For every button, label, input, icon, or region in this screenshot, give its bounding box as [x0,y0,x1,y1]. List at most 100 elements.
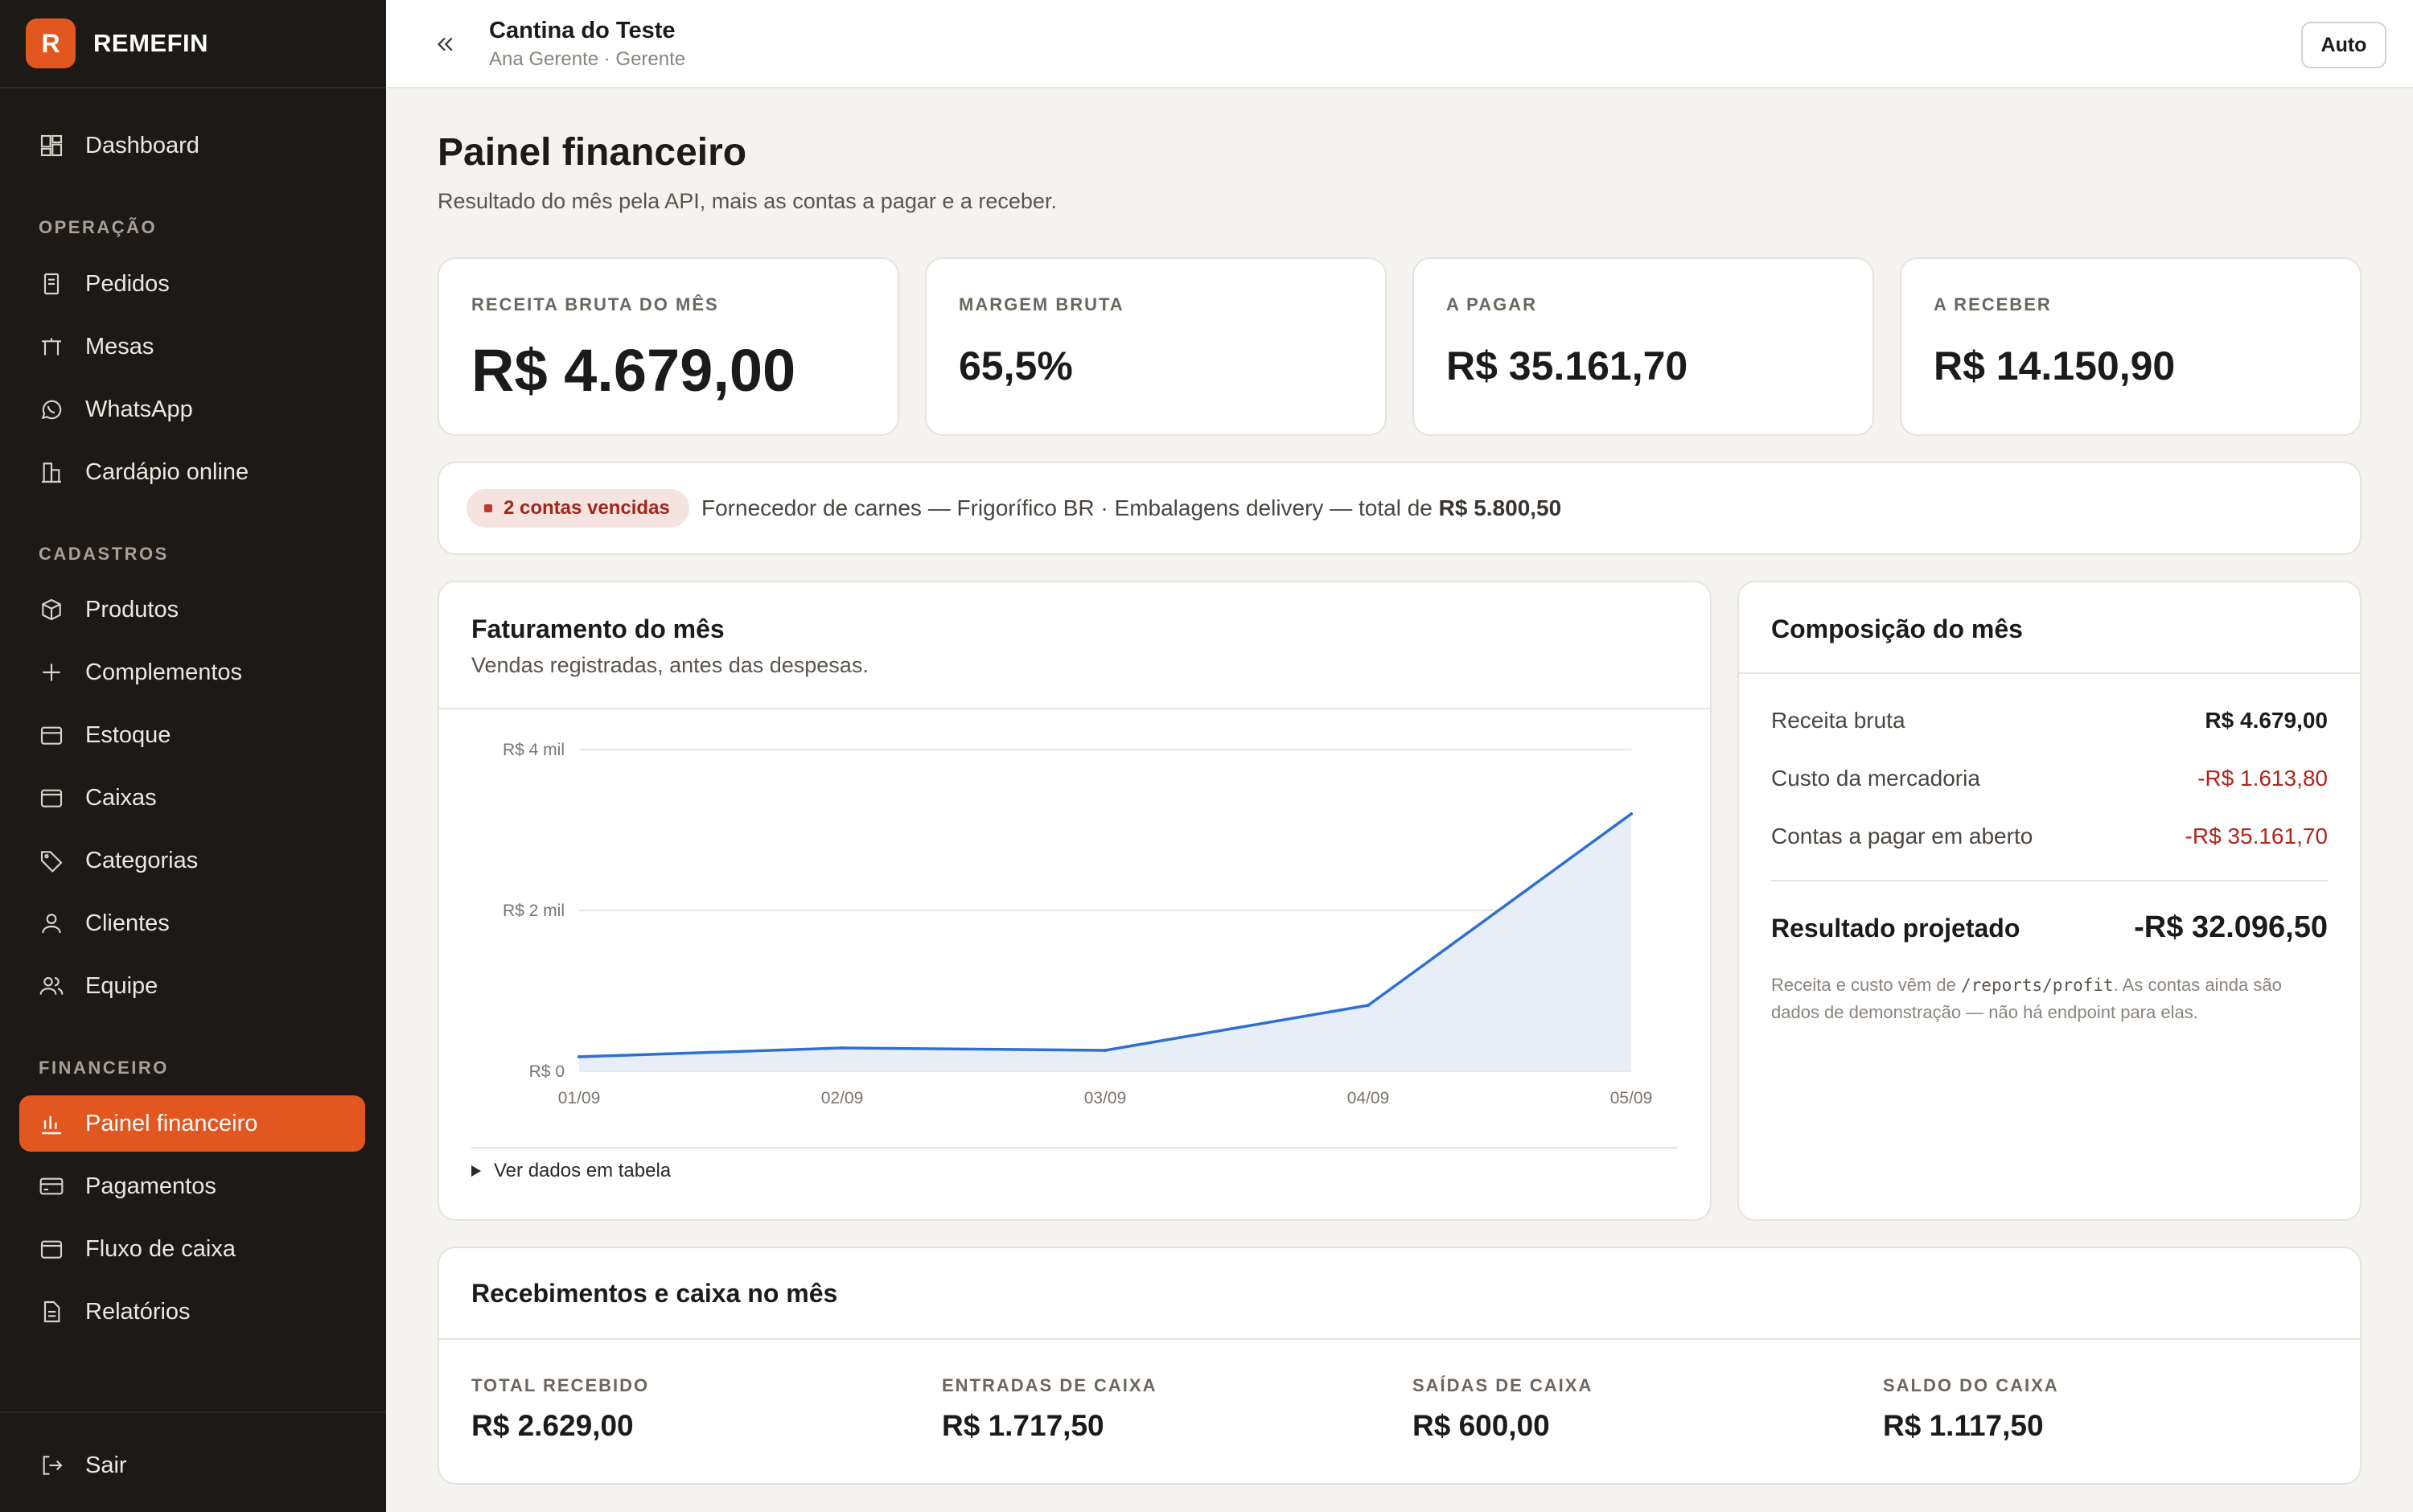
kpi-card-a-pagar: A PAGAR R$ 35.161,70 [1412,257,1874,436]
current-user: Ana Gerente · Gerente [489,48,686,70]
sidebar-item-cardapio[interactable]: Cardápio online [19,444,365,500]
x-tick-label: 01/09 [558,1089,601,1107]
kpi-card-receita: RECEITA BRUTA DO MÊS R$ 4.679,00 [438,257,899,436]
kpi-value: R$ 35.161,70 [1446,343,1688,388]
stat-value: R$ 2.629,00 [471,1409,634,1442]
stat-label: SALDO DO CAIXA [1883,1375,2059,1395]
row-label: Custo da mercadoria [1771,766,1980,791]
data-point [1104,1049,1107,1052]
sidebar-item-label: Pagamentos [85,1173,216,1199]
sidebar-item-pagamentos[interactable]: Pagamentos [19,1158,365,1214]
collapse-sidebar-button[interactable] [426,26,463,63]
composicao-card: Composição do mês Receita bruta R$ 4.679,… [1737,581,2362,1221]
theme-toggle-button[interactable]: Auto [2301,22,2386,68]
sidebar-item-label: Fluxo de caixa [85,1235,236,1262]
data-point [1630,812,1633,816]
caret-right-icon [471,1165,481,1177]
sidebar-item-whatsapp[interactable]: WhatsApp [19,381,365,438]
nav-section-operacao: OPERAÇÃO [39,217,158,237]
sidebar: R REMEFIN Dashboard OPERAÇÃO Pedidos Mes… [0,0,386,1512]
overdue-text: Fornecedor de carnes — Frigorífico BR · … [701,495,1439,520]
kpi-value: 65,5% [959,343,1073,388]
row-value: -R$ 35.161,70 [2185,824,2328,848]
sidebar-item-estoque[interactable]: Estoque [19,707,365,763]
archive-icon [40,726,63,745]
sidebar-item-label: Clientes [85,910,170,936]
recebimentos-card: Recebimentos e caixa no mês TOTAL RECEBI… [438,1247,2362,1485]
kpi-value: R$ 14.150,90 [1934,343,2176,388]
logout-button[interactable]: Sair [19,1437,365,1494]
sidebar-item-mesas[interactable]: Mesas [19,318,365,375]
plus-icon [43,664,60,681]
sidebar-item-clientes[interactable]: Clientes [19,895,365,951]
table-icon [42,338,61,355]
series-area [579,814,1631,1071]
total-label: Resultado projetado [1771,914,2020,943]
show-table-toggle[interactable]: Ver dados em tabela [471,1160,671,1182]
tag-icon [40,851,63,873]
row-value: R$ 4.679,00 [2205,708,2328,733]
y-tick-label: R$ 2 mil [503,902,565,920]
brand-name: REMEFIN [93,29,208,57]
sidebar-footer: Sair [0,1411,386,1478]
sidebar-item-label: Relatórios [85,1298,191,1325]
sidebar-item-label: WhatsApp [85,396,193,422]
card-divider [1739,672,2360,674]
composicao-row-contas: Contas a pagar em aberto -R$ 35.161,70 [1771,824,2328,849]
faturamento-subtitle: Vendas registradas, antes das despesas. [471,653,869,677]
sidebar-item-label: Mesas [85,333,154,360]
x-tick-label: 02/09 [821,1089,864,1107]
sidebar-item-complementos[interactable]: Complementos [19,644,365,701]
row-label: Contas a pagar em aberto [1771,824,2033,848]
stat-value: R$ 1.117,50 [1883,1409,2044,1442]
overdue-description: Fornecedor de carnes — Frigorífico BR · … [701,495,1561,521]
sidebar-item-label: Pedidos [85,270,170,297]
card-divider [439,708,1710,709]
overdue-total: R$ 5.800,50 [1438,495,1562,520]
composicao-title: Composição do mês [1771,614,2023,643]
x-tick-label: 05/09 [1610,1089,1653,1107]
kpi-card-margem: MARGEM BRUTA 65,5% [925,257,1387,436]
api-endpoint: /reports/profit [1961,976,2114,995]
shop-name: Cantina do Teste [489,18,676,43]
logout-icon [43,1456,63,1475]
receipt-icon [43,273,60,295]
data-point [841,1046,844,1050]
composicao-note: Receita e custo vêm de /reports/profit. … [1771,972,2328,1025]
sidebar-item-painel-financeiro[interactable]: Painel financeiro [19,1095,365,1152]
y-tick-label: R$ 4 mil [503,741,565,759]
sidebar-item-caixas[interactable]: Caixas [19,770,365,826]
nav-section-cadastros: CADASTROS [39,544,169,564]
bar-chart-icon [42,1116,61,1135]
x-tick-label: 03/09 [1084,1089,1127,1107]
row-value: -R$ 1.613,80 [2197,766,2328,791]
sidebar-item-relatorios[interactable]: Relatórios [19,1284,365,1340]
kpi-card-a-receber: A RECEBER R$ 14.150,90 [1900,257,2362,436]
data-point [1367,1004,1370,1007]
brand-logo: R [26,18,76,68]
kpi-value: R$ 4.679,00 [471,337,796,404]
sidebar-item-label: Sair [85,1452,127,1478]
dashboard-icon [40,134,63,157]
sidebar-item-pedidos[interactable]: Pedidos [19,256,365,312]
cash-register-icon [40,1240,63,1259]
sidebar-item-produtos[interactable]: Produtos [19,581,365,638]
total-value: -R$ 32.096,50 [2134,910,2328,944]
page-title: Painel financeiro [438,131,747,174]
sidebar-item-fluxo-de-caixa[interactable]: Fluxo de caixa [19,1221,365,1277]
sidebar-item-label: Complementos [85,659,243,685]
data-point [578,1055,581,1058]
chart-footer-divider [471,1147,1678,1148]
composicao-row-custo: Custo da mercadoria -R$ 1.613,80 [1771,766,2328,791]
credit-card-icon [39,1177,64,1195]
sidebar-item-dashboard[interactable]: Dashboard [19,117,365,174]
brand: R REMEFIN [0,0,386,88]
faturamento-title: Faturamento do mês [471,614,725,643]
stat-value: R$ 1.717,50 [942,1409,1104,1442]
overdue-alert: 2 contas vencidas Fornecedor de carnes —… [438,462,2362,555]
row-label: Receita bruta [1771,708,1905,733]
overdue-badge[interactable]: 2 contas vencidas [467,489,689,528]
stat-value: R$ 600,00 [1412,1409,1550,1442]
sidebar-item-equipe[interactable]: Equipe [19,958,365,1014]
sidebar-item-categorias[interactable]: Categorias [19,832,365,889]
